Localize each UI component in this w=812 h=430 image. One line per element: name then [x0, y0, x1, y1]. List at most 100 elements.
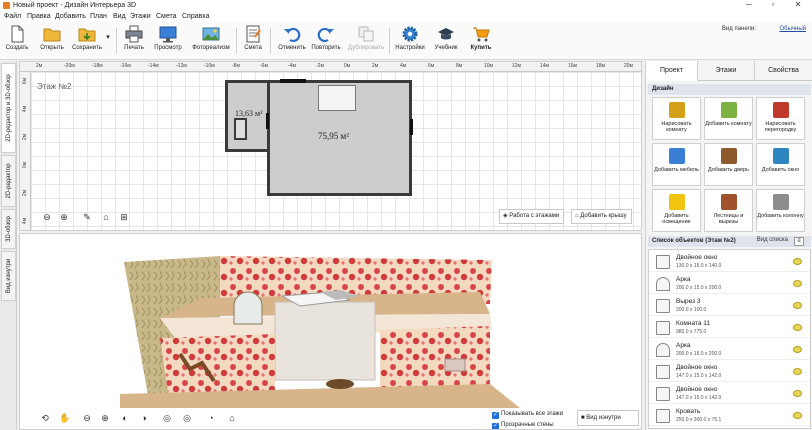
menu-plan[interactable]: План	[90, 12, 107, 21]
duplicate-button[interactable]: Дублировать	[347, 25, 385, 58]
object-name: Двойное окно	[676, 254, 718, 261]
tab-3d-view[interactable]: 3D-обзор	[1, 209, 16, 249]
object-list-item[interactable]: Комната 11 980.0 x 775.0	[649, 318, 810, 338]
window-plan[interactable]	[266, 113, 269, 129]
transparent-walls-checkbox[interactable]: ✓ Прозрачные стены	[492, 421, 554, 429]
redo-button[interactable]: Повторить	[310, 25, 342, 58]
settings-button[interactable]: Настройки	[394, 25, 426, 58]
visibility-eye-icon[interactable]	[793, 324, 802, 331]
panel-view-link[interactable]: Обычный	[779, 26, 806, 32]
estimate-button[interactable]: Смета	[242, 25, 264, 58]
tab-project[interactable]: Проект	[646, 61, 698, 81]
tool-button[interactable]: Добавить комнату	[704, 97, 753, 140]
menu-estimate[interactable]: Смета	[156, 12, 177, 21]
rotate-left-icon[interactable]: ◐	[118, 411, 132, 425]
ruler-icon[interactable]: ✎	[80, 210, 94, 224]
tab-inside-view[interactable]: Вид изнутри	[1, 251, 16, 301]
menu-add[interactable]: Добавить	[55, 12, 86, 21]
menu-help[interactable]: Справка	[182, 12, 209, 21]
visibility-eye-icon[interactable]	[793, 390, 802, 397]
floors-button[interactable]: ◈ Работа с этажами	[499, 209, 565, 224]
visibility-eye-icon[interactable]	[793, 302, 802, 309]
minimize-icon[interactable]: ─	[739, 0, 759, 11]
window-plan[interactable]	[410, 119, 413, 135]
zoom-out-icon[interactable]: ⊖	[40, 210, 54, 224]
house-3d-render[interactable]	[20, 234, 642, 408]
object-name: Кровать	[676, 408, 701, 415]
tab-properties[interactable]: Свойства	[755, 61, 812, 81]
menu-view[interactable]: Вид	[113, 12, 126, 21]
undo-button[interactable]: Отменить	[276, 25, 308, 58]
create-button[interactable]: Создать	[4, 25, 30, 58]
tool-button[interactable]: Добавить окно	[756, 143, 805, 186]
tutorial-button[interactable]: Учебник	[431, 25, 461, 58]
room-small[interactable]: 13,63 м²	[225, 80, 270, 152]
tab-2d-editor[interactable]: 2D-редактор	[1, 155, 16, 207]
menu-floors[interactable]: Этажи	[130, 12, 151, 21]
visibility-eye-icon[interactable]	[793, 346, 802, 353]
home-3d-icon[interactable]: ⌂	[225, 411, 239, 425]
print-button[interactable]: Печать	[121, 25, 147, 58]
tool-button[interactable]: Добавить освещение	[652, 189, 701, 232]
orbit-right-icon[interactable]: ◎	[180, 411, 194, 425]
show-all-floors-checkbox[interactable]: ✓ Показывать все этажи	[492, 410, 563, 419]
maximize-icon[interactable]: ▫	[763, 0, 783, 11]
tool-button[interactable]: Добавить мебель	[652, 143, 701, 186]
fit-view-icon[interactable]: ⊞	[117, 210, 131, 224]
object-list-item[interactable]: Двойное окно 147.0 x 15.0 x 142.0	[649, 362, 810, 382]
zoom-in-3d-icon[interactable]: ⊕	[98, 411, 112, 425]
create-label: Создать	[5, 45, 29, 51]
visibility-eye-icon[interactable]	[793, 368, 802, 375]
tab-2d-3d[interactable]: 2D-редактор и 3D-обзор	[1, 63, 16, 153]
tool-button[interactable]: Добавить дверь	[704, 143, 753, 186]
photorealism-button[interactable]: Фотореализм	[191, 25, 231, 58]
object-list-item[interactable]: Арка 200.0 x 15.0 x 200.0	[649, 274, 810, 294]
menu-file[interactable]: Файл	[4, 12, 21, 21]
list-view-link[interactable]: Вид списка	[757, 237, 788, 243]
ruler-tick-label: -12м	[176, 63, 187, 69]
tab-floors[interactable]: Этажи	[698, 61, 755, 81]
tool-button[interactable]: Нарисовать перегородку	[756, 97, 805, 140]
visibility-eye-icon[interactable]	[793, 412, 802, 419]
home-icon[interactable]: ⌂	[99, 210, 113, 224]
ruler-tick-label: -10м	[204, 63, 215, 69]
close-icon[interactable]: ✕	[788, 0, 808, 11]
tool-button[interactable]: Нарисовать комнату	[652, 97, 701, 140]
object-list-item[interactable]: Арка 200.0 x 15.0 x 200.0	[649, 340, 810, 360]
object-list-item[interactable]: Вырез 3 200.0 x 100.0	[649, 296, 810, 316]
window-plan[interactable]	[280, 79, 306, 83]
visibility-eye-icon[interactable]	[793, 280, 802, 287]
rotate-right-icon[interactable]: ◑	[137, 411, 151, 425]
inside-view-button[interactable]: ■ Вид изнутри	[577, 410, 639, 426]
arch-icon	[656, 343, 670, 357]
settings-label: Настройки	[395, 45, 425, 51]
room-main[interactable]: 75,95 м²	[266, 80, 413, 196]
rotate-icon[interactable]: ⟲	[38, 411, 52, 425]
visibility-eye-icon[interactable]	[793, 258, 802, 265]
bed-plan[interactable]	[318, 85, 356, 111]
zoom-out-3d-icon[interactable]: ⊖	[80, 411, 94, 425]
arch-icon	[656, 277, 670, 291]
object-list-item[interactable]: Двойное окно 130.0 x 15.0 x 140.0	[649, 252, 810, 272]
object-list-item[interactable]: Двойное окно 147.0 x 15.0 x 142.0	[649, 384, 810, 404]
checkbox-checked-icon: ✓	[492, 412, 499, 419]
tool-button[interactable]: Добавить колонну	[756, 189, 805, 232]
buy-button[interactable]: Купить	[467, 25, 495, 58]
light-bulb-icon[interactable]: ◔	[204, 411, 218, 425]
list-view-toggle-icon[interactable]: ≡	[794, 237, 804, 246]
view-3d[interactable]: ⟲ ✋ ⊖ ⊕ ◐ ◑ ◎ ◎ ◔ ⌂ ✓ Показывать все этаж…	[19, 233, 642, 430]
orbit-left-icon[interactable]: ◎	[160, 411, 174, 425]
menu-edit[interactable]: Правка	[27, 12, 51, 21]
preview-button[interactable]: Просмотр	[153, 25, 183, 58]
pan-hand-icon[interactable]: ✋	[58, 411, 72, 425]
open-button[interactable]: Открыть	[38, 25, 66, 58]
zoom-in-icon[interactable]: ⊕	[57, 210, 71, 224]
tool-button[interactable]: Лестницы и вырезы	[704, 189, 753, 232]
save-button[interactable]: Сохранить	[72, 25, 102, 58]
graduation-cap-icon	[438, 28, 454, 40]
plan-editor[interactable]: 2м -20м -18м -16м -14м -12м -10м -8м -6м -4м -2м 0м…	[19, 61, 642, 231]
object-list-item[interactable]: Кровать 250.0 x 300.0 x 75.1	[649, 406, 810, 426]
ruler-tick-label: 2м	[36, 63, 43, 69]
add-roof-button[interactable]: ⌂ Добавить крышу	[571, 209, 632, 224]
window-title: Новый проект - Дизайн Интерьера 3D	[13, 2, 137, 9]
